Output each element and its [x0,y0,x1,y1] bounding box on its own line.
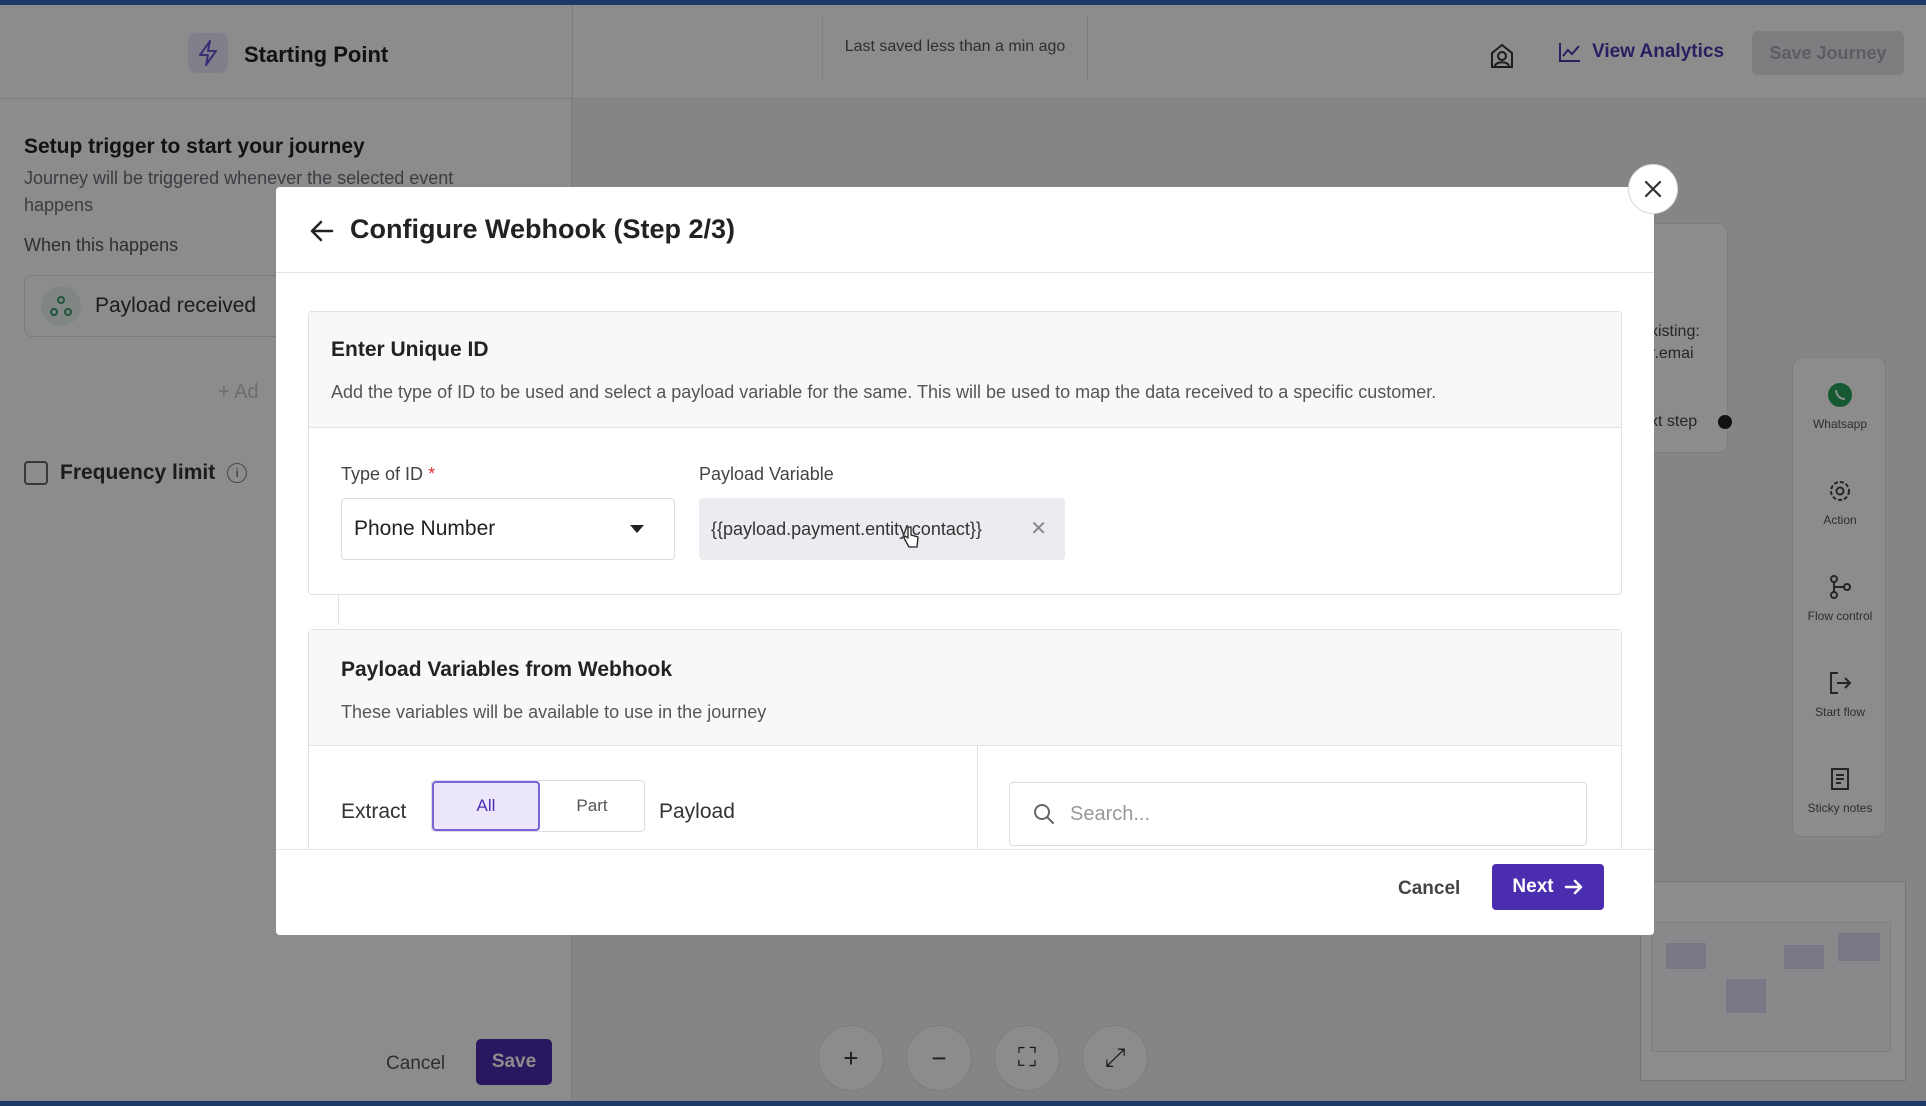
configure-webhook-modal: Configure Webhook (Step 2/3) Enter Uniqu… [276,187,1654,935]
section-connector [338,595,339,625]
extract-label: Extract [341,800,407,823]
unique-id-header: Enter Unique ID Add the type of ID to be… [309,312,1621,428]
unique-id-description: Add the type of ID to be used and select… [331,382,1437,402]
extract-toggle: All Part [431,780,645,832]
arrow-right-icon [1564,879,1582,895]
payload-variables-header: Payload Variables from Webhook These var… [309,630,1621,746]
type-of-id-select[interactable]: Phone Number [341,498,675,560]
type-of-id-value: Phone Number [354,517,496,540]
payload-label: Payload [659,800,735,823]
extract-all-option[interactable]: All [432,781,540,831]
payload-variables-description: These variables will be available to use… [341,702,767,722]
extract-part-option[interactable]: Part [540,781,644,831]
search-icon [1034,804,1054,824]
modal-title: Configure Webhook (Step 2/3) [350,214,736,244]
clear-icon[interactable]: ✕ [1030,516,1047,541]
unique-id-section: Enter Unique ID Add the type of ID to be… [308,311,1622,595]
search-input[interactable] [1070,802,1550,826]
close-icon [1644,180,1662,198]
required-mark: * [428,464,436,484]
back-arrow-icon[interactable] [308,217,336,245]
modal-header: Configure Webhook (Step 2/3) [276,187,1654,273]
payload-variable-label: Payload Variable [699,464,834,484]
unique-id-title: Enter Unique ID [331,338,489,361]
hand-cursor-icon [903,526,919,548]
cancel-button[interactable]: Cancel [1398,878,1460,900]
payload-variable-chip[interactable]: {{payload.payment.entity.contact}} ✕ [699,498,1065,560]
app-frame: Starting Point Last saved less than a mi… [0,5,1926,1101]
type-of-id-label: Type of ID * [341,464,435,485]
payload-variables-title: Payload Variables from Webhook [341,658,673,681]
next-label: Next [1512,876,1554,897]
type-of-id-text: Type of ID [341,464,424,484]
close-modal-button[interactable] [1628,164,1678,214]
next-button[interactable]: Next [1492,864,1604,910]
search-box [1009,782,1587,846]
modal-footer: Cancel Next [276,849,1654,935]
payload-variable-value: {{payload.payment.entity.contact}} [711,518,982,539]
caret-down-icon [630,525,644,533]
